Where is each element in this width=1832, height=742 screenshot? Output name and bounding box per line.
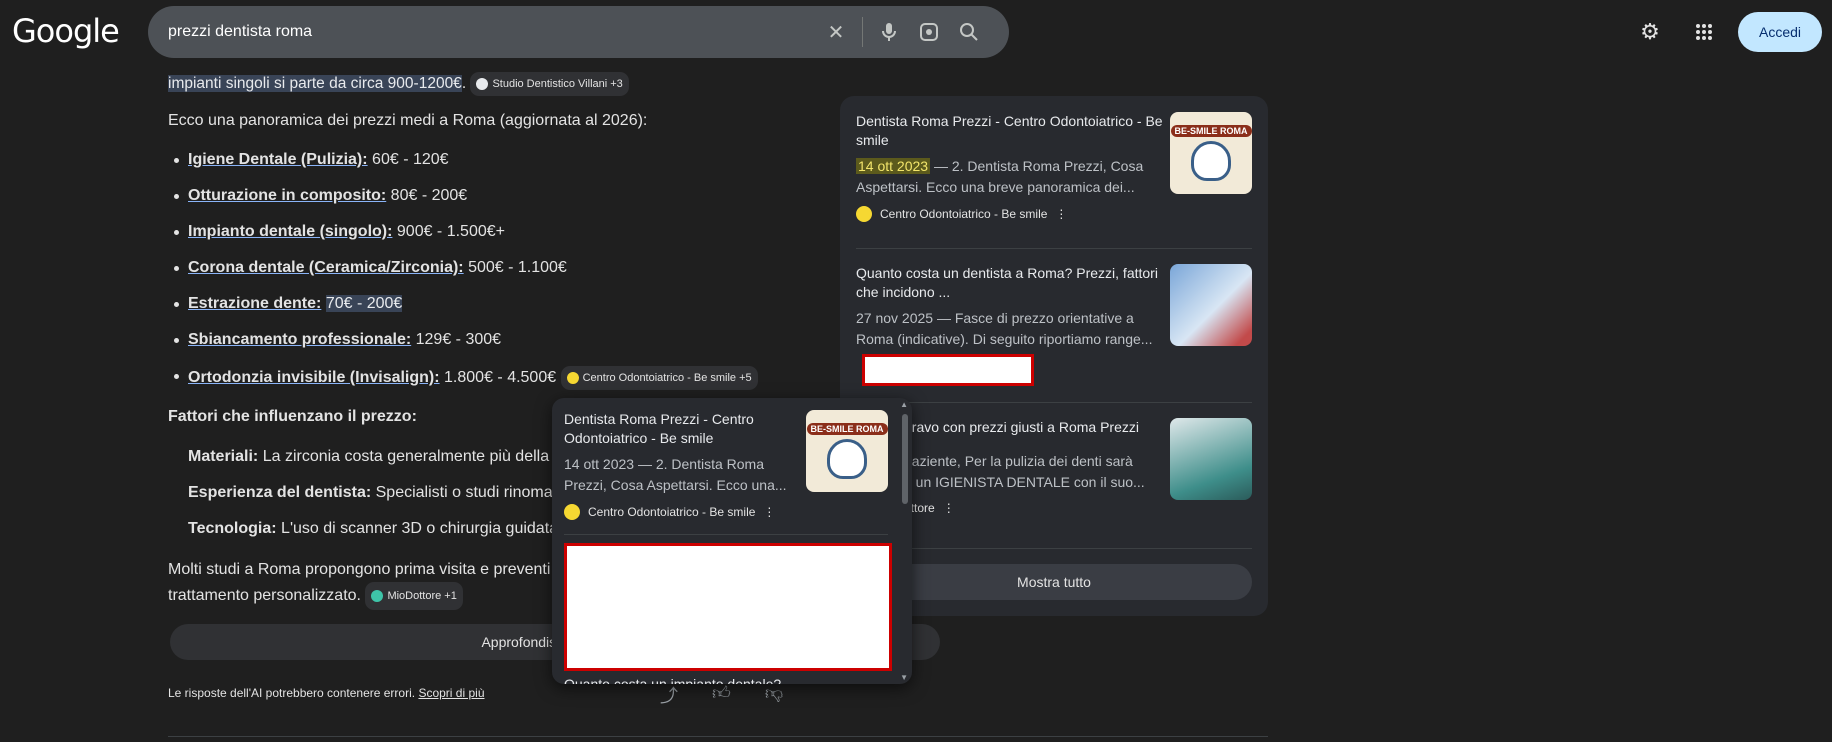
more-options-icon[interactable]: ⋮ bbox=[1055, 207, 1067, 221]
tooth-mascot bbox=[1191, 141, 1231, 181]
more-options-icon[interactable]: ⋮ bbox=[763, 505, 775, 519]
source-chip[interactable]: MioDottore +1 bbox=[365, 582, 463, 610]
source-snippet: 14 ott 2023 — 2. Dentista Roma Prezzi, C… bbox=[564, 456, 787, 493]
next-source-title[interactable]: Quanto costa un impianto dentale? bbox=[564, 676, 781, 684]
search-bar[interactable]: prezzi dentista roma ✕ bbox=[148, 6, 1009, 58]
source-card[interactable]: Quanto costa un dentista a Roma? Prezzi,… bbox=[856, 264, 1252, 350]
source-snippet: 27 nov 2025 — Fasce di prezzo orientativ… bbox=[856, 310, 1153, 347]
more-options-icon[interactable]: ⋮ bbox=[943, 501, 955, 515]
card-divider bbox=[856, 548, 1252, 549]
list-item: Sbiancamento professionale: 129€ - 300€ bbox=[174, 330, 888, 366]
scroll-up-icon[interactable]: ▲ bbox=[900, 400, 908, 409]
section-divider bbox=[168, 736, 1268, 737]
source-favicon bbox=[371, 590, 384, 602]
search-input[interactable]: prezzi dentista roma bbox=[168, 23, 816, 41]
source-snippet: 14 ott 2023 — 2. Dentista Roma Prezzi, C… bbox=[856, 158, 1144, 195]
search-divider bbox=[862, 17, 863, 47]
card-divider bbox=[856, 402, 1252, 403]
source-favicon bbox=[566, 372, 579, 384]
factors-heading: Fattori che influenzano il prezzo: bbox=[168, 408, 417, 425]
card-divider bbox=[856, 248, 1252, 249]
intro-line: impianti singoli si parte da circa 900-1… bbox=[168, 72, 868, 96]
source-title[interactable]: Quanto costa un dentista a Roma? Prezzi,… bbox=[856, 264, 1166, 302]
thumbs-up-icon[interactable]: 👍︎ bbox=[712, 682, 731, 708]
lens-icon[interactable] bbox=[909, 12, 949, 52]
molti-text: Molti studi a Roma propongono prima visi… bbox=[168, 558, 568, 610]
source-card[interactable]: bravo con prezzi giusti a Roma Prezzi pa… bbox=[856, 418, 1252, 515]
intro-highlight: impianti singoli si parte da circa 900-1… bbox=[168, 75, 462, 93]
google-logo[interactable]: Google bbox=[12, 12, 120, 50]
source-favicon bbox=[476, 78, 489, 90]
tooth-mascot bbox=[827, 439, 867, 479]
price-list: Igiene Dentale (Pulizia): 60€ - 120€ Ott… bbox=[174, 150, 888, 402]
panoramica-text: Ecco una panoramica dei prezzi medi a Ro… bbox=[168, 112, 648, 129]
clear-icon[interactable]: ✕ bbox=[816, 12, 856, 52]
list-item: Impianto dentale (singolo): 900€ - 1.500… bbox=[174, 222, 888, 258]
list-item: Ortodonzia invisibile (Invisalign): 1.80… bbox=[174, 366, 888, 402]
learn-more-link[interactable]: Scopri di più bbox=[418, 686, 484, 700]
card-divider bbox=[564, 534, 888, 535]
redacted-box bbox=[564, 543, 892, 671]
thumbnail-image[interactable]: BE-SMILE ROMA bbox=[806, 410, 888, 492]
share-icon[interactable]: ⤴ bbox=[660, 682, 678, 708]
disclaimer: Le risposte dell'AI potrebbero contenere… bbox=[168, 686, 485, 700]
list-item: Estrazione dente: 70€ - 200€ bbox=[174, 294, 888, 330]
source-chip[interactable]: Centro Odontoiatrico - Be smile +5 bbox=[560, 366, 758, 390]
site-favicon bbox=[856, 206, 872, 222]
source-site[interactable]: Centro Odontoiatrico - Be smile ⋮ bbox=[564, 504, 888, 520]
apps-grid-icon[interactable] bbox=[1684, 12, 1724, 52]
scrollbar[interactable] bbox=[902, 414, 908, 504]
list-item: Otturazione in composito: 80€ - 200€ bbox=[174, 186, 888, 222]
ai-overview: impianti singoli si parte da circa 900-1… bbox=[168, 72, 868, 610]
source-chip[interactable]: Studio Dentistico Villani +3 bbox=[470, 72, 629, 96]
thumbs-down-icon[interactable]: 👎︎ bbox=[765, 682, 783, 708]
source-site[interactable]: ottore ⋮ bbox=[856, 501, 1252, 515]
search-icon[interactable] bbox=[949, 12, 989, 52]
thumbnail-image[interactable] bbox=[1170, 418, 1252, 500]
source-popup: ▲ Dentista Roma Prezzi - Centro Odontoia… bbox=[552, 398, 912, 684]
signin-button[interactable]: Accedi bbox=[1738, 12, 1822, 52]
microphone-icon[interactable] bbox=[869, 12, 909, 52]
source-title[interactable]: Dentista Roma Prezzi - Centro Odontoiatr… bbox=[564, 410, 794, 448]
source-card[interactable]: Dentista Roma Prezzi - Centro Odontoiatr… bbox=[856, 112, 1252, 222]
site-favicon bbox=[564, 504, 580, 520]
list-item: Igiene Dentale (Pulizia): 60€ - 120€ bbox=[174, 150, 888, 186]
source-title[interactable]: Dentista Roma Prezzi - Centro Odontoiatr… bbox=[856, 112, 1166, 150]
thumbnail-image[interactable]: BE-SMILE ROMA bbox=[1170, 112, 1252, 194]
gear-icon[interactable]: ⚙ bbox=[1630, 12, 1670, 52]
thumbnail-image[interactable] bbox=[1170, 264, 1252, 346]
show-all-button[interactable]: Mostra tutto bbox=[856, 564, 1252, 600]
redacted-box bbox=[862, 354, 1034, 386]
list-item: Corona dentale (Ceramica/Zirconia): 500€… bbox=[174, 258, 888, 294]
source-card[interactable]: Dentista Roma Prezzi - Centro Odontoiatr… bbox=[564, 410, 888, 520]
scroll-down-icon[interactable]: ▼ bbox=[900, 673, 908, 682]
feedback-bar: ⤴ 👍︎ 👎︎ bbox=[660, 682, 783, 708]
source-site[interactable]: Centro Odontoiatrico - Be smile ⋮ bbox=[856, 206, 1252, 222]
